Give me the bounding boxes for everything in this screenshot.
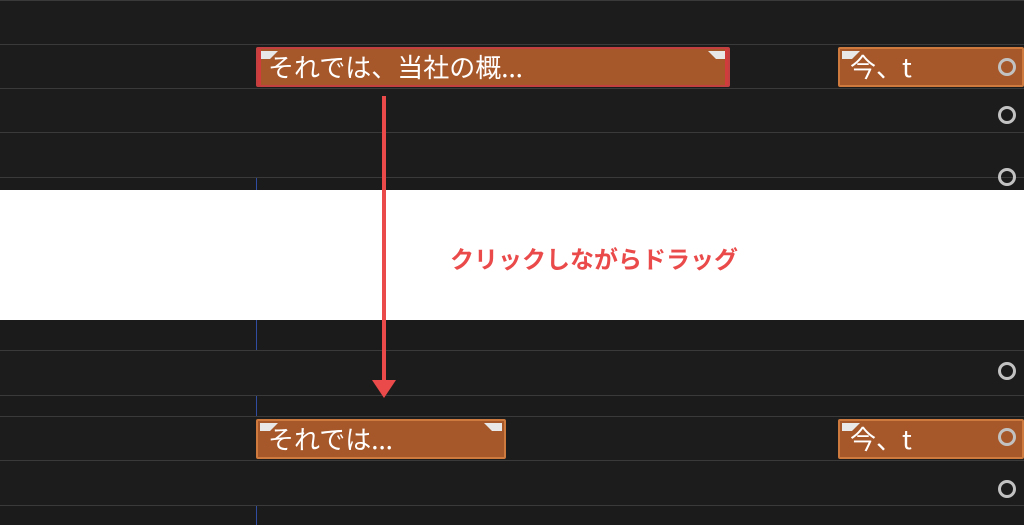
video-track-upper[interactable]: [0, 350, 1024, 396]
keyframe-marker[interactable]: [998, 480, 1016, 498]
keyframe-marker[interactable]: [998, 362, 1016, 380]
caption-clip-trimmed[interactable]: それでは...: [256, 419, 506, 459]
caption-clip-next[interactable]: 今、t: [838, 419, 1024, 459]
clip-corner-icon: [260, 51, 278, 69]
instruction-band: クリックしながらドラッグ: [0, 190, 1024, 320]
audio-track-1[interactable]: [0, 88, 1024, 134]
timeline-panel-after: それでは... 今、t: [0, 320, 1024, 525]
clip-corner-icon: [708, 51, 726, 69]
instruction-text: クリックしながらドラッグ: [450, 240, 738, 275]
keyframe-marker[interactable]: [998, 58, 1016, 76]
clip-label: それでは...: [268, 420, 393, 457]
caption-track[interactable]: それでは... 今、t: [0, 416, 1024, 462]
clip-trim-handle-left[interactable]: [256, 48, 261, 87]
audio-track-1[interactable]: [0, 460, 1024, 506]
clip-corner-icon: [842, 423, 860, 441]
arrow-shaft: [382, 96, 386, 382]
clip-corner-icon: [842, 51, 860, 69]
audio-track-2[interactable]: [0, 132, 1024, 178]
caption-clip-selected[interactable]: それでは、当社の概...: [256, 47, 730, 87]
caption-clip-next[interactable]: 今、t: [838, 47, 1024, 87]
keyframe-marker[interactable]: [998, 428, 1016, 446]
drag-arrow: [372, 96, 396, 396]
clip-label: それでは、当社の概...: [268, 48, 523, 85]
keyframe-marker[interactable]: [998, 106, 1016, 124]
clip-corner-icon: [260, 423, 278, 441]
video-track-upper[interactable]: [0, 0, 1024, 46]
clip-corner-icon: [484, 423, 502, 441]
keyframe-marker[interactable]: [998, 168, 1016, 186]
clip-trim-handle-right[interactable]: [725, 48, 730, 87]
arrow-head-icon: [372, 380, 396, 398]
timeline-panel-before: それでは、当社の概... 今、t: [0, 0, 1024, 190]
caption-track[interactable]: それでは、当社の概... 今、t: [0, 44, 1024, 90]
